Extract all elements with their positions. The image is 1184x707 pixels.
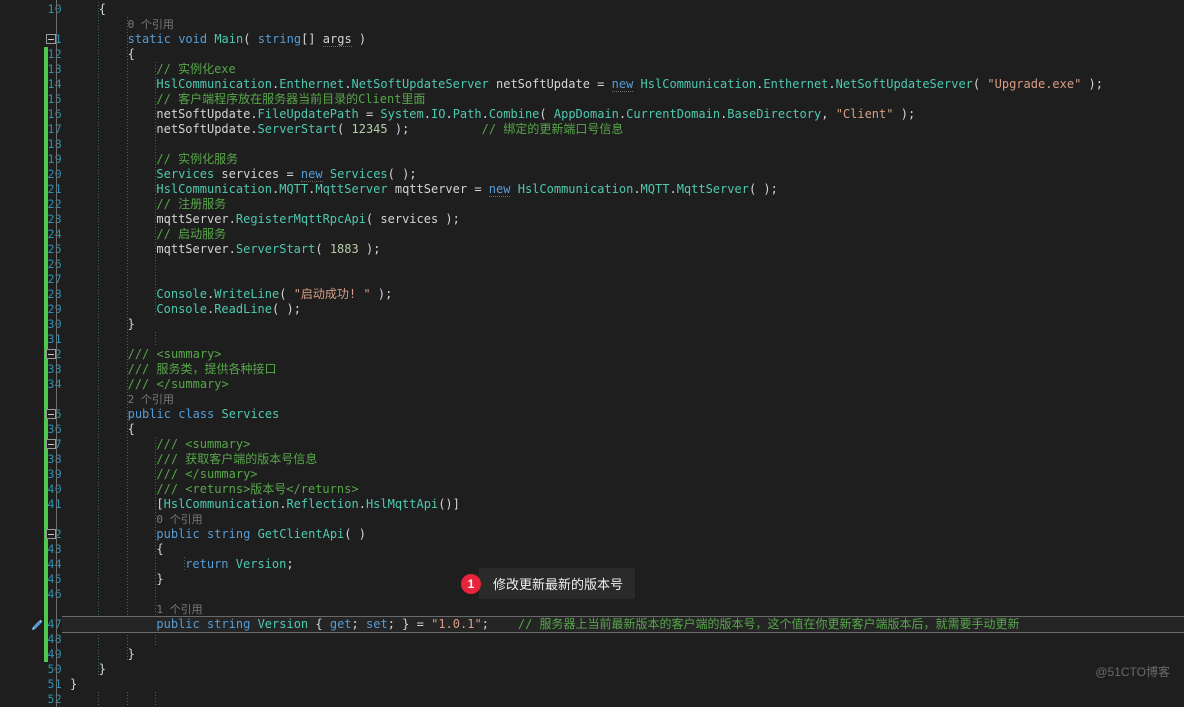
glyph-margin[interactable] [44, 0, 62, 688]
code-line[interactable]: [HslCommunication.Reflection.HslMqttApi(… [156, 497, 460, 512]
code-line[interactable]: /// 服务类，提供各种接口 [128, 362, 277, 377]
code-line[interactable]: /// <returns>版本号</returns> [156, 482, 358, 497]
code-line[interactable]: public string GetClientApi( ) [156, 527, 366, 542]
code-lens[interactable]: 0 个引用 [156, 512, 202, 527]
annotation-callout: 1 修改更新最新的版本号 [461, 568, 636, 599]
code-lens[interactable]: 0 个引用 [128, 17, 174, 32]
code-line[interactable]: { [156, 542, 163, 557]
indent-guide [126, 692, 128, 707]
indent-guide [126, 17, 128, 662]
code-line[interactable]: /// </summary> [128, 377, 229, 392]
code-line[interactable]: mqttServer.ServerStart( 1883 ); [156, 242, 380, 257]
code-line[interactable]: { [128, 47, 135, 62]
code-line[interactable]: // 注册服务 [156, 197, 226, 212]
code-line[interactable]: // 客户端程序放在服务器当前目录的Client里面 [156, 92, 425, 107]
code-line[interactable]: /// </summary> [156, 467, 257, 482]
code-line[interactable]: HslCommunication.MQTT.MqttServer mqttSer… [156, 182, 778, 197]
code-line[interactable]: public string Version { get; set; } = "1… [156, 617, 1019, 632]
code-line[interactable]: Services services = new Services( ); [156, 167, 417, 182]
code-line[interactable]: Console.WriteLine( "启动成功! " ); [156, 287, 392, 302]
code-line[interactable]: static void Main( string[] args ) [128, 32, 366, 47]
code-line[interactable]: /// 获取客户端的版本号信息 [156, 452, 317, 467]
code-line[interactable]: mqttServer.RegisterMqttRpcApi( services … [156, 212, 460, 227]
edit-pencil-icon[interactable] [30, 617, 44, 631]
code-line[interactable]: } [128, 647, 135, 662]
code-line[interactable]: // 实例化exe [156, 62, 235, 77]
annotation-bubble: 修改更新最新的版本号 [479, 568, 636, 599]
code-line[interactable]: } [70, 677, 77, 692]
code-line[interactable]: } [99, 662, 106, 677]
code-line[interactable]: netSoftUpdate.ServerStart( 12345 ); // 绑… [156, 122, 623, 137]
code-editor[interactable]: 1011121314151617181920212223242526272829… [0, 0, 1184, 707]
code-line[interactable]: /// <summary> [156, 437, 250, 452]
indent-guide [155, 692, 157, 707]
code-line[interactable]: HslCommunication.Enthernet.NetSoftUpdate… [156, 77, 1103, 92]
indent-guide [97, 692, 99, 707]
code-line[interactable]: /// <summary> [128, 347, 222, 362]
code-line[interactable]: // 实例化服务 [156, 152, 238, 167]
code-line[interactable]: { [99, 2, 106, 17]
code-line[interactable]: } [156, 572, 163, 587]
code-line[interactable]: Console.ReadLine( ); [156, 302, 301, 317]
code-lens[interactable]: 1 个引用 [156, 602, 202, 617]
code-line[interactable]: { [128, 422, 135, 437]
code-lens[interactable]: 2 个引用 [128, 392, 174, 407]
code-line[interactable]: return Version; [185, 557, 293, 572]
code-line[interactable]: netSoftUpdate.FileUpdatePath = System.IO… [156, 107, 915, 122]
annotation-badge: 1 [461, 573, 481, 594]
code-line[interactable]: // 启动服务 [156, 227, 226, 242]
indent-guide [97, 2, 99, 677]
code-line[interactable]: } [128, 317, 135, 332]
indent-guide [155, 332, 157, 347]
watermark: @51CTO博客 [1095, 665, 1170, 679]
code-line[interactable]: public class Services [128, 407, 280, 422]
